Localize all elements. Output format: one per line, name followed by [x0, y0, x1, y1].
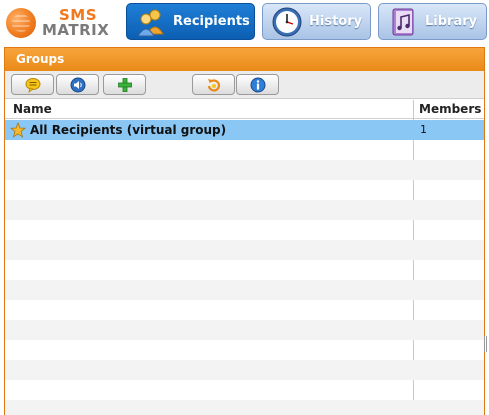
- speaker-icon: [70, 77, 85, 92]
- empty-row: [5, 240, 484, 260]
- row-name: All Recipients (virtual group): [30, 123, 227, 137]
- empty-row: [5, 300, 484, 320]
- empty-row: [5, 140, 484, 160]
- column-header-name[interactable]: Name: [13, 102, 52, 116]
- empty-row: [5, 260, 484, 280]
- refresh-icon: [207, 78, 220, 92]
- speech-bubble-icon: [25, 77, 40, 93]
- column-header-members[interactable]: Members: [419, 102, 481, 116]
- info-button[interactable]: [236, 74, 279, 95]
- tab-recipients-label: Recipients: [173, 14, 250, 29]
- music-library-icon: [392, 8, 414, 35]
- groups-toolbar: [5, 71, 484, 99]
- info-icon: [250, 77, 265, 92]
- row-members: 1: [420, 123, 427, 136]
- star-icon: [10, 122, 26, 138]
- add-icon: [117, 77, 132, 92]
- tab-library-label: Library: [425, 14, 478, 29]
- voice-message-button[interactable]: [56, 74, 99, 95]
- refresh-button[interactable]: [192, 74, 235, 95]
- groups-panel: Groups Name Members All Recipients (virt…: [4, 47, 485, 415]
- recipients-icon: [137, 9, 164, 36]
- app-header: SMS MATRIX Recipients History Library: [0, 0, 489, 44]
- panel-title: Groups: [5, 48, 484, 71]
- empty-row: [5, 280, 484, 300]
- empty-row: [5, 380, 484, 400]
- empty-row: [5, 340, 484, 360]
- empty-row: [5, 400, 484, 415]
- empty-row: [5, 360, 484, 380]
- logo-mark-icon: [6, 8, 36, 38]
- table-row[interactable]: All Recipients (virtual group) 1: [5, 120, 484, 140]
- clock-icon: [272, 7, 302, 36]
- empty-row: [5, 320, 484, 340]
- tab-history-label: History: [309, 14, 363, 29]
- send-message-button[interactable]: [11, 74, 54, 95]
- add-group-button[interactable]: [103, 74, 146, 95]
- tab-library[interactable]: Library: [378, 3, 487, 40]
- empty-row: [5, 180, 484, 200]
- resize-grip[interactable]: [484, 336, 487, 352]
- logo-text-matrix: MATRIX: [42, 21, 110, 39]
- row-name-cell: All Recipients (virtual group): [10, 122, 226, 138]
- empty-row: [5, 160, 484, 180]
- tab-history[interactable]: History: [262, 3, 371, 40]
- empty-row: [5, 200, 484, 220]
- tab-recipients[interactable]: Recipients: [126, 3, 255, 40]
- groups-table-body: All Recipients (virtual group) 1: [5, 120, 484, 415]
- empty-row: [5, 220, 484, 240]
- app-logo: SMS MATRIX: [4, 3, 122, 41]
